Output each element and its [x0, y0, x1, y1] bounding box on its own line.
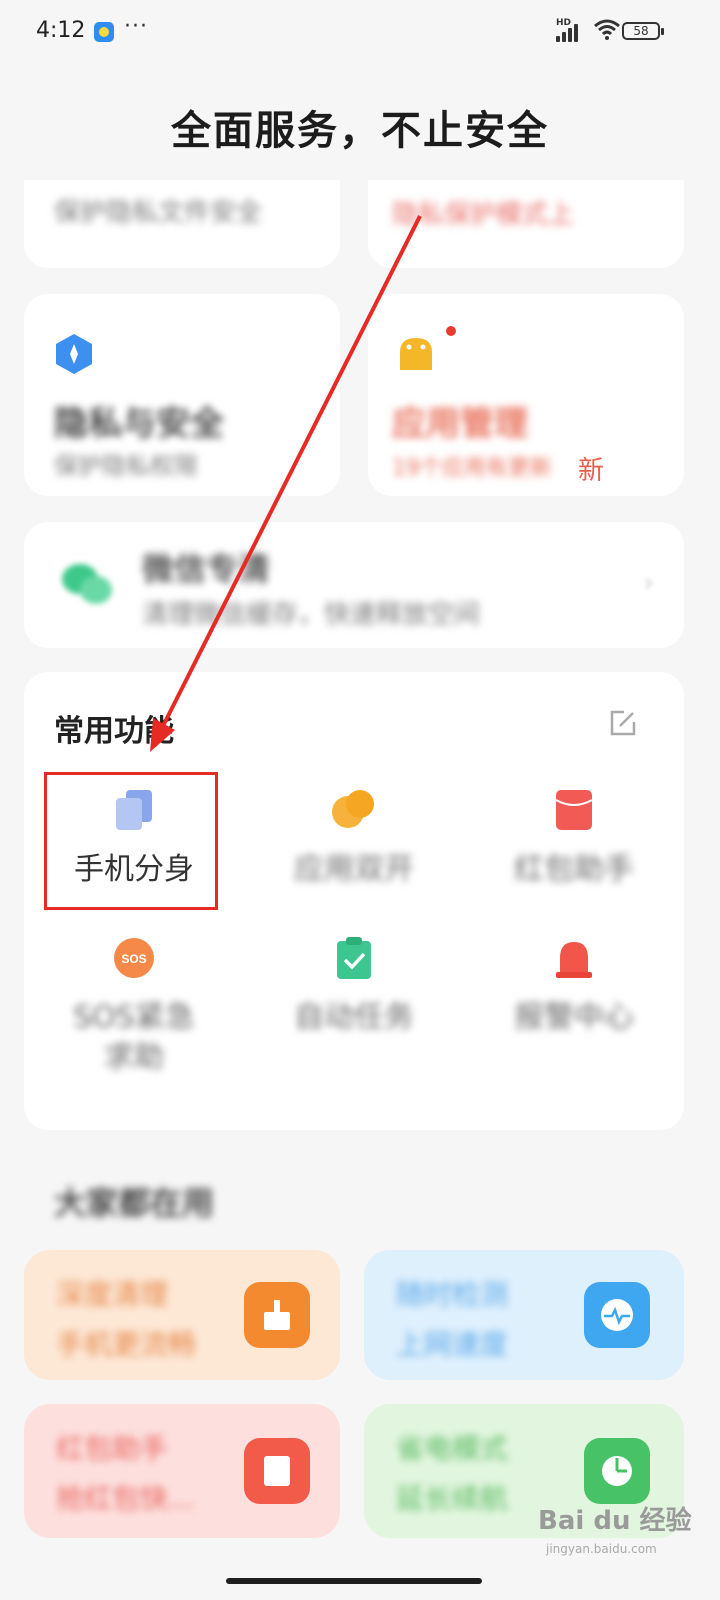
- promo-text: 红包助手 抢红包快...: [56, 1424, 195, 1524]
- promo-card-red-packet[interactable]: 红包助手 抢红包快...: [24, 1404, 340, 1538]
- section-title-recommend: 大家都在用: [54, 1184, 215, 1222]
- red-packet-icon: [244, 1438, 310, 1504]
- promo-text: 随时检测 上网速度: [396, 1270, 508, 1370]
- watermark-url: jingyan.baidu.com: [546, 1542, 657, 1556]
- promo-line1: 深度清理: [56, 1278, 169, 1311]
- promo-card-speed-test[interactable]: 随时检测 上网速度: [364, 1250, 684, 1380]
- gesture-nav-bar[interactable]: [226, 1578, 482, 1584]
- pulse-icon: [584, 1282, 650, 1348]
- promo-line2: 手机更流畅: [56, 1328, 197, 1361]
- promo-line2: 上网速度: [396, 1328, 509, 1361]
- promo-line2: 抢红包快...: [56, 1482, 195, 1515]
- promo-text: 省电模式 延长续航: [396, 1424, 508, 1524]
- promo-line1: 随时检测: [396, 1278, 509, 1311]
- promo-line2: 延长续航: [396, 1482, 509, 1515]
- pie-clock-icon: [584, 1438, 650, 1504]
- promo-line1: 省电模式: [396, 1432, 509, 1465]
- broom-icon: [244, 1282, 310, 1348]
- promo-card-deep-clean[interactable]: 深度清理 手机更流畅: [24, 1250, 340, 1380]
- watermark-logo: Bai du 经验: [538, 1506, 692, 1536]
- promo-text: 深度清理 手机更流畅: [56, 1270, 196, 1370]
- promo-line1: 红包助手: [56, 1432, 169, 1465]
